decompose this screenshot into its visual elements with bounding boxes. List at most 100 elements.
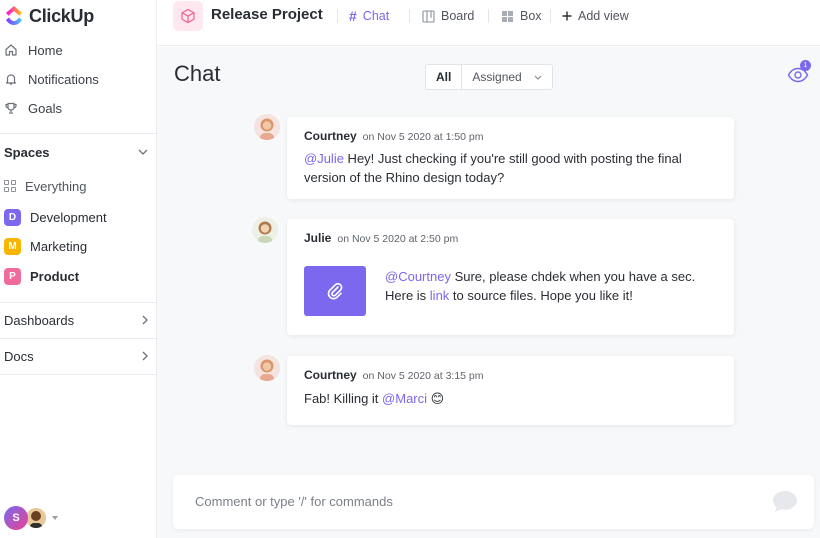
view-separator	[550, 9, 551, 23]
clickup-logo-icon	[6, 6, 22, 25]
sidebar-item-dashboards[interactable]: Dashboards	[4, 309, 148, 331]
hash-icon: #	[349, 8, 357, 24]
spaces-label: Spaces	[4, 144, 50, 160]
sidebar-item-development[interactable]: D Development	[4, 206, 107, 228]
filter-assigned-dropdown[interactable]: Assigned	[462, 65, 551, 89]
sidebar-item-label: Marketing	[30, 238, 88, 254]
person-icon	[26, 508, 46, 528]
smile-emoji-icon: 😊	[430, 391, 445, 406]
tab-box[interactable]: Box	[501, 6, 542, 26]
bell-icon	[5, 74, 17, 85]
sidebar-item-label: Notifications	[28, 71, 99, 87]
message-timestamp: on Nov 5 2020 at 3:15 pm	[362, 370, 484, 382]
grid-icon	[4, 180, 16, 192]
sidebar-item-label: Everything	[25, 178, 87, 194]
logo-text: ClickUp	[29, 5, 94, 26]
comment-placeholder: Comment or type '/' for commands	[195, 494, 393, 509]
sidebar-item-label: Docs	[4, 348, 34, 364]
sidebar: ClickUp Home Notifications Goals Spaces …	[0, 0, 157, 538]
sidebar-item-label: Development	[30, 209, 107, 225]
space-badge-icon: D	[4, 208, 21, 226]
view-separator	[488, 9, 489, 23]
home-icon	[5, 44, 17, 56]
board-icon	[422, 9, 435, 23]
sidebar-item-home[interactable]: Home	[4, 39, 63, 61]
filter-all-button[interactable]: All	[426, 65, 463, 89]
sidebar-item-label: Product	[30, 268, 80, 284]
plus-icon	[562, 11, 572, 21]
avatar[interactable]	[254, 114, 280, 140]
chevron-down-icon[interactable]	[138, 149, 148, 155]
tab-chat[interactable]: # Chat	[349, 6, 389, 26]
message-header: Courtney on Nov 5 2020 at 1:50 pm	[304, 129, 484, 143]
space-badge-icon: P	[4, 267, 21, 285]
spaces-header[interactable]: Spaces	[4, 141, 148, 163]
chat-panel: Chat All Assigned 1 Courtney on Nov 5 20…	[157, 47, 820, 538]
box-grid-icon	[502, 10, 513, 22]
sidebar-item-docs[interactable]: Docs	[4, 345, 148, 367]
mention-link[interactable]: @Courtney	[385, 269, 451, 284]
user-menu[interactable]: S	[4, 506, 58, 530]
avatar[interactable]	[252, 217, 278, 243]
sidebar-divider	[0, 374, 157, 375]
sidebar-item-label: Goals	[28, 100, 62, 116]
message-header: Julie on Nov 5 2020 at 2:50 pm	[304, 231, 458, 245]
speech-bubble-icon[interactable]	[771, 489, 799, 513]
avatar[interactable]	[254, 355, 280, 381]
project-icon	[173, 1, 203, 31]
chevron-down-icon	[534, 75, 542, 80]
person-icon	[254, 355, 280, 381]
sidebar-item-label: Home	[28, 42, 63, 58]
caret-down-icon	[52, 516, 58, 520]
chevron-right-icon	[142, 315, 148, 325]
project-title: Release Project	[211, 6, 323, 23]
sidebar-item-product[interactable]: P Product	[4, 265, 79, 287]
message-body: @Courtney Sure, please chdek when you ha…	[385, 267, 725, 305]
sidebar-item-notifications[interactable]: Notifications	[4, 68, 99, 90]
trophy-icon	[5, 102, 17, 114]
message-timestamp: on Nov 5 2020 at 2:50 pm	[337, 233, 459, 245]
add-view-button[interactable]: Add view	[562, 6, 629, 26]
mention-link[interactable]: @Julie	[304, 151, 344, 166]
view-separator	[337, 9, 338, 23]
chat-message: Courtney on Nov 5 2020 at 1:50 pm @Julie…	[287, 117, 734, 199]
watchers-count-badge: 1	[800, 60, 811, 71]
paperclip-icon	[327, 282, 343, 300]
space-badge-icon: M	[4, 237, 21, 255]
watchers-button[interactable]: 1	[787, 60, 811, 84]
message-timestamp: on Nov 5 2020 at 1:50 pm	[362, 131, 484, 143]
top-bar: Release Project # Chat Board Box Add vie…	[157, 0, 820, 46]
message-text: Fab! Killing it	[304, 391, 383, 406]
message-filter: All Assigned	[425, 64, 553, 90]
sidebar-item-everything[interactable]: Everything	[4, 175, 86, 197]
cube-icon	[181, 8, 195, 24]
mention-link[interactable]: @Marci	[382, 391, 427, 406]
message-header: Courtney on Nov 5 2020 at 3:15 pm	[304, 368, 484, 382]
filter-assigned-label: Assigned	[472, 70, 522, 84]
sidebar-item-label: Dashboards	[4, 312, 75, 328]
source-files-link[interactable]: link	[430, 288, 450, 303]
message-author[interactable]: Julie	[304, 231, 331, 245]
tab-label: Chat	[362, 9, 390, 23]
sidebar-divider	[0, 133, 157, 134]
chat-message: Courtney on Nov 5 2020 at 3:15 pm Fab! K…	[287, 356, 734, 425]
clickup-logo[interactable]: ClickUp	[4, 4, 94, 28]
attachment-thumbnail[interactable]	[304, 266, 366, 316]
chevron-right-icon	[142, 351, 148, 361]
sidebar-divider	[0, 302, 157, 303]
message-author[interactable]: Courtney	[304, 129, 357, 143]
sidebar-item-marketing[interactable]: M Marketing	[4, 235, 87, 257]
message-author[interactable]: Courtney	[304, 368, 357, 382]
message-text: to source files. Hope you like it!	[449, 288, 633, 303]
tab-label: Board	[441, 9, 475, 23]
sidebar-item-goals[interactable]: Goals	[4, 97, 62, 119]
message-body: @Julie Hey! Just checking if you're stil…	[304, 149, 719, 187]
comment-input[interactable]: Comment or type '/' for commands	[173, 475, 814, 529]
add-view-label: Add view	[578, 9, 629, 23]
tab-board[interactable]: Board	[422, 6, 474, 26]
sidebar-divider	[0, 338, 157, 339]
avatar: S	[4, 506, 28, 530]
person-icon	[254, 114, 280, 140]
tab-label: Box	[520, 9, 542, 23]
message-text: Hey! Just checking if you're still good …	[304, 151, 682, 185]
